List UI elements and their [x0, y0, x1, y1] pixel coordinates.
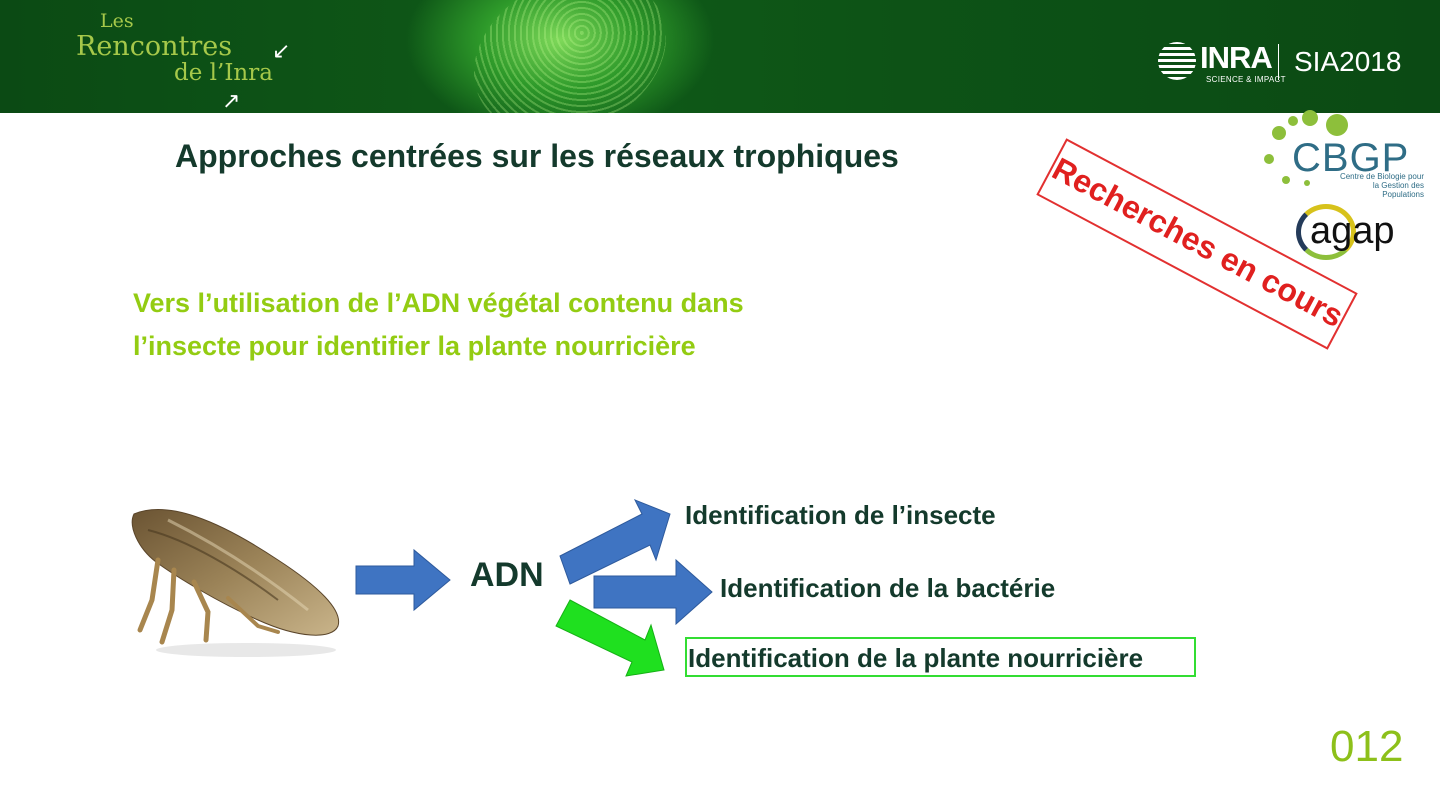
arrow-up-right-icon: ↗ [222, 88, 241, 113]
logo-divider [1278, 44, 1279, 80]
slide-subtitle: Vers l’utilisation de l’ADN végétal cont… [133, 282, 744, 368]
adn-label: ADN [470, 556, 544, 594]
slide-number: 012 [1330, 722, 1404, 771]
inra-disc-icon [1158, 42, 1196, 80]
inra-logo: INRA SCIENCE & IMPACT SIA2018 [1158, 40, 1401, 86]
logo-dot [1326, 114, 1348, 136]
inra-logo-text: INRA [1200, 40, 1273, 75]
subtitle-line-1: Vers l’utilisation de l’ADN végétal cont… [133, 288, 744, 318]
rencontres-logo: Les Rencontres de l’Inra [76, 12, 273, 85]
brand-line-2: Rencontres [76, 31, 233, 62]
insect-image [131, 509, 340, 657]
logo-dot [1282, 176, 1290, 184]
brand-line-1: Les [100, 10, 134, 32]
outcome-insect: Identification de l’insecte [685, 500, 996, 530]
cbgp-logo: CBGP Centre de Biologie pour la Gestion … [1262, 110, 1432, 199]
arrow-up-right-icon [559, 499, 671, 585]
outcome-bacteria: Identification de la bactérie [720, 573, 1056, 603]
event-label: SIA2018 [1294, 46, 1402, 77]
arrow-down-left-icon: ↙ [272, 38, 291, 63]
arrow-right-icon [593, 558, 713, 626]
flow-arrows [355, 499, 713, 677]
slide-title: Approches centrées sur les réseaux troph… [175, 138, 899, 174]
subtitle-line-2: l’insecte pour identifier la plante nour… [133, 331, 696, 361]
agap-text: agap [1310, 210, 1395, 252]
logo-dot [1288, 116, 1298, 126]
logo-dot [1272, 126, 1286, 140]
header-banner: Les Rencontres de l’Inra ↙ ↗ INRA SCIENC… [0, 0, 1440, 113]
outcome-host-plant: Identification de la plante nourricière [685, 637, 1196, 677]
arrow-down-right-icon [555, 599, 665, 677]
agap-logo: agap [1296, 196, 1422, 266]
arrow-right-icon [355, 548, 451, 612]
inra-tagline: SCIENCE & IMPACT [1206, 75, 1286, 84]
banner-decoration [447, 0, 693, 113]
brand-line-3: de l’Inra [174, 60, 273, 86]
logo-dot [1302, 110, 1318, 126]
logo-dot [1264, 154, 1274, 164]
